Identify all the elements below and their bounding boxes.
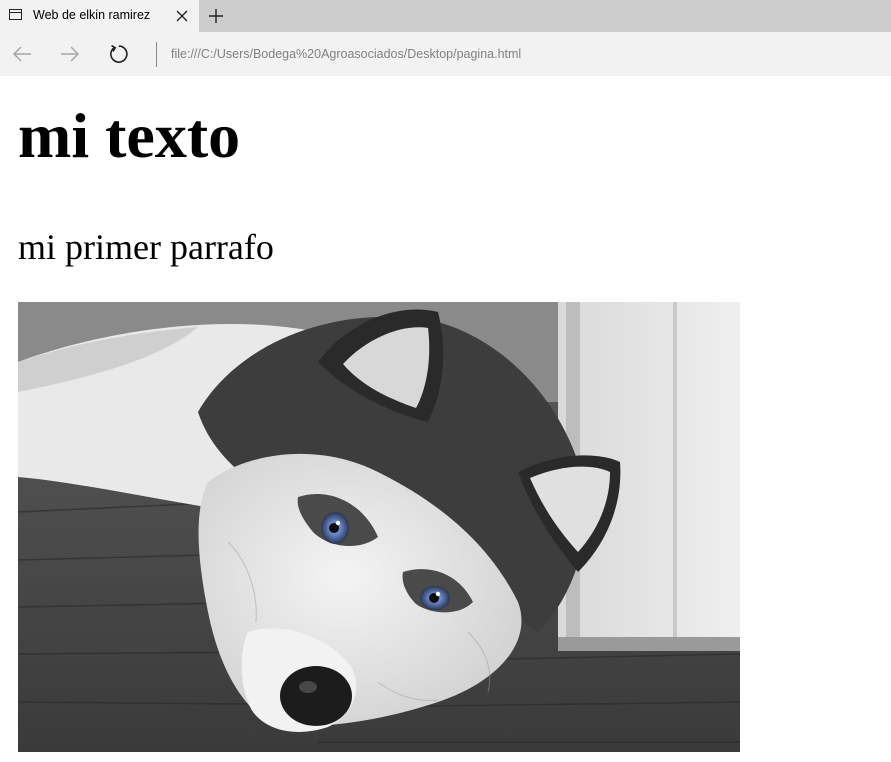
forward-arrow-icon[interactable] xyxy=(57,42,83,66)
page-heading: mi texto xyxy=(18,100,241,171)
page-content: mi texto mi primer parrafo xyxy=(0,76,891,762)
active-tab[interactable]: Web de elkin ramirez xyxy=(0,0,199,32)
close-icon[interactable] xyxy=(174,8,190,24)
address-bar[interactable]: file:///C:/Users/Bodega%20Agroasociados/… xyxy=(171,47,521,61)
page-icon xyxy=(9,9,22,20)
husky-photo xyxy=(18,302,740,752)
tab-title: Web de elkin ramirez xyxy=(33,8,151,22)
back-arrow-icon[interactable] xyxy=(10,42,36,66)
address-separator xyxy=(156,42,157,67)
navigation-toolbar: file:///C:/Users/Bodega%20Agroasociados/… xyxy=(0,32,891,76)
plus-icon[interactable] xyxy=(206,6,226,26)
refresh-icon[interactable] xyxy=(105,42,131,66)
tab-strip: Web de elkin ramirez xyxy=(0,0,891,32)
husky-photo-drawing xyxy=(18,302,740,752)
dog-nose xyxy=(280,666,352,726)
page-paragraph: mi primer parrafo xyxy=(18,227,274,267)
